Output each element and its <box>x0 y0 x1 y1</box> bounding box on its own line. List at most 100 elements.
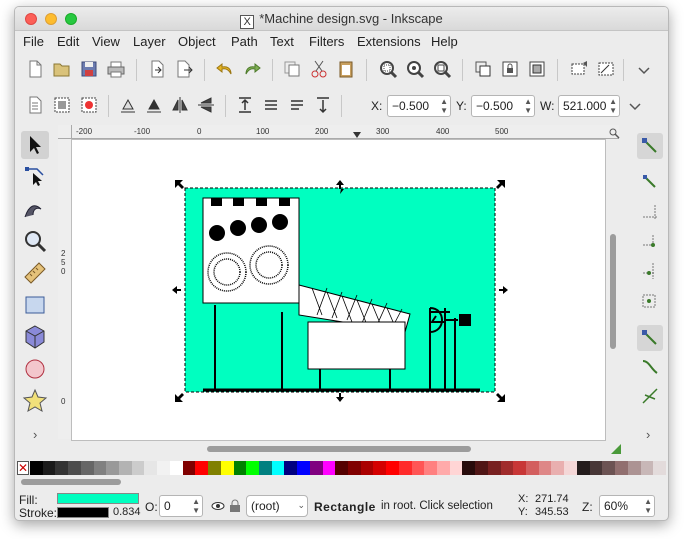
eye-icon[interactable] <box>211 499 225 513</box>
color-swatch[interactable] <box>233 461 247 475</box>
color-swatch[interactable] <box>284 461 298 475</box>
menu-filters[interactable]: Filters <box>309 34 344 49</box>
color-swatch[interactable] <box>627 461 641 475</box>
select-all-icon[interactable] <box>25 95 45 115</box>
select-all-layers-icon[interactable] <box>52 95 72 115</box>
raise-to-top-icon[interactable] <box>235 95 255 115</box>
tweak-icon[interactable] <box>21 195 49 223</box>
cms-toggle-icon[interactable] <box>611 444 621 454</box>
color-swatch[interactable] <box>347 461 361 475</box>
scroll-thumb[interactable] <box>21 479 121 485</box>
print-icon[interactable] <box>106 59 126 79</box>
color-swatch[interactable] <box>373 461 387 475</box>
color-swatch[interactable] <box>169 461 183 475</box>
stepper-arrows[interactable]: ▲ ▼ <box>524 97 532 115</box>
save-icon[interactable] <box>79 59 99 79</box>
color-swatch[interactable] <box>411 461 425 475</box>
color-swatch[interactable] <box>526 461 539 475</box>
drawing[interactable] <box>72 140 607 442</box>
color-swatch[interactable] <box>309 461 323 475</box>
align-icon[interactable] <box>569 59 589 79</box>
snap-toggle-icon[interactable] <box>637 133 663 159</box>
color-swatch[interactable] <box>322 461 336 475</box>
color-swatch[interactable] <box>386 461 399 475</box>
new-document-icon[interactable] <box>25 59 45 79</box>
y-field[interactable]: −0.500 ▲ ▼ <box>471 95 535 117</box>
stroke-swatch[interactable] <box>57 507 109 518</box>
palette-scrollbar[interactable] <box>17 478 667 486</box>
color-swatch[interactable] <box>258 461 272 475</box>
snap-intersection-icon[interactable] <box>637 383 663 409</box>
layer-selector[interactable]: (root) ⌄ <box>246 495 308 517</box>
color-swatch[interactable] <box>475 461 488 475</box>
w-field[interactable]: 521.000 ▲ ▼ <box>558 95 620 117</box>
stepper-arrows[interactable]: ▲ ▼ <box>440 97 448 115</box>
snap-bbox-center-icon[interactable] <box>637 289 663 315</box>
node-edit-icon[interactable] <box>21 163 49 191</box>
x-field[interactable]: −0.500 ▲ ▼ <box>387 95 451 117</box>
deselect-icon[interactable] <box>79 95 99 115</box>
color-swatch[interactable] <box>513 461 527 475</box>
opacity-field[interactable]: 0 ▲ ▼ <box>159 495 203 517</box>
color-swatch[interactable] <box>551 461 565 475</box>
raise-icon[interactable] <box>261 95 281 115</box>
color-swatch[interactable] <box>615 461 628 475</box>
vertical-scrollbar[interactable] <box>607 139 619 441</box>
color-swatch[interactable] <box>131 461 145 475</box>
color-swatch[interactable] <box>182 461 196 475</box>
menu-extensions[interactable]: Extensions <box>357 34 421 49</box>
flip-horizontal-icon[interactable] <box>170 95 190 115</box>
color-swatch[interactable] <box>30 461 43 475</box>
toolbox-more[interactable]: › <box>33 427 37 442</box>
chevron-down-icon[interactable] <box>634 60 654 80</box>
color-swatch[interactable] <box>462 461 476 475</box>
flip-vertical-icon[interactable] <box>196 95 216 115</box>
color-swatch[interactable] <box>538 461 552 475</box>
color-swatch[interactable] <box>640 461 654 475</box>
rotate-cw-icon[interactable] <box>144 95 164 115</box>
color-swatch[interactable] <box>564 461 577 475</box>
color-swatch[interactable] <box>80 461 94 475</box>
color-swatch[interactable] <box>157 461 170 475</box>
snap-bbox-edge-icon[interactable] <box>637 199 663 225</box>
color-swatch[interactable] <box>220 461 234 475</box>
stroke-width[interactable]: 0.834 <box>113 506 141 518</box>
export-icon[interactable] <box>174 59 194 79</box>
lower-icon[interactable] <box>287 95 307 115</box>
ellipse-icon[interactable] <box>21 355 49 383</box>
clone-icon[interactable] <box>473 59 493 79</box>
color-swatch[interactable] <box>602 461 616 475</box>
star-icon[interactable] <box>21 387 49 415</box>
paste-icon[interactable] <box>336 59 356 79</box>
color-swatch[interactable] <box>208 461 221 475</box>
zoom-icon[interactable] <box>21 227 49 255</box>
color-swatch[interactable] <box>271 461 285 475</box>
rotate-ccw-icon[interactable] <box>118 95 138 115</box>
open-icon[interactable] <box>52 59 72 79</box>
lock-icon[interactable] <box>229 499 241 513</box>
redo-icon[interactable] <box>242 59 262 79</box>
color-swatch[interactable] <box>119 461 132 475</box>
snap-more[interactable]: › <box>646 427 650 442</box>
chevron-down-icon[interactable] <box>625 96 645 116</box>
menu-view[interactable]: View <box>92 34 120 49</box>
menu-path[interactable]: Path <box>231 34 258 49</box>
zoom-field[interactable]: 60% ▲ ▼ <box>599 495 655 517</box>
3d-box-icon[interactable] <box>21 323 49 351</box>
snap-bbox-corner-icon[interactable] <box>637 229 663 255</box>
color-swatch[interactable] <box>437 461 450 475</box>
color-swatch[interactable] <box>424 461 437 475</box>
menu-layer[interactable]: Layer <box>133 34 166 49</box>
color-swatch[interactable] <box>500 461 514 475</box>
color-swatch[interactable] <box>68 461 81 475</box>
zoom-page-icon[interactable] <box>432 59 452 79</box>
color-swatch[interactable] <box>106 461 120 475</box>
color-swatch[interactable] <box>297 461 310 475</box>
duplicate-icon[interactable] <box>282 59 302 79</box>
color-swatch[interactable] <box>589 461 603 475</box>
group-icon[interactable] <box>527 59 547 79</box>
color-swatch[interactable] <box>246 461 259 475</box>
color-swatch[interactable] <box>398 461 412 475</box>
color-swatch[interactable] <box>487 461 501 475</box>
menu-object[interactable]: Object <box>178 34 216 49</box>
